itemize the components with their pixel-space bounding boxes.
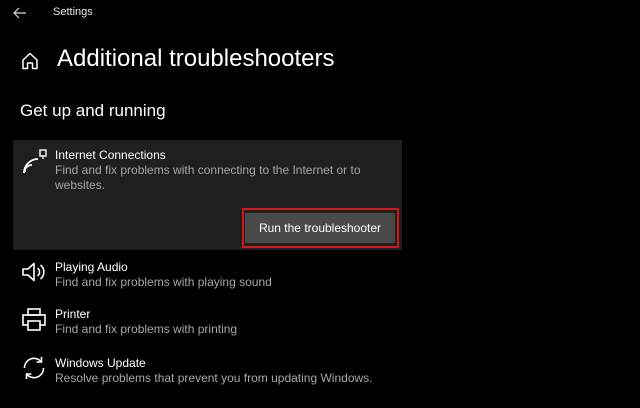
app-title: Settings xyxy=(53,6,93,18)
section-title: Get up and running xyxy=(20,101,166,120)
troubleshooter-desc-internet-connections: Find and fix problems with connecting to… xyxy=(55,163,361,192)
troubleshooter-name-printer[interactable]: Printer xyxy=(55,307,90,322)
run-troubleshooter-button[interactable]: Run the troubleshooter xyxy=(245,213,395,243)
troubleshooter-desc-playing-audio: Find and fix problems with playing sound xyxy=(55,275,272,289)
troubleshooter-name-playing-audio[interactable]: Playing Audio xyxy=(55,260,128,275)
home-icon[interactable] xyxy=(20,51,40,71)
wifi-signal-icon xyxy=(20,148,48,176)
sync-icon[interactable] xyxy=(20,354,48,382)
title-bar: Settings xyxy=(0,0,640,26)
troubleshooter-name-windows-update[interactable]: Windows Update xyxy=(55,356,146,371)
page-title: Additional troubleshooters xyxy=(57,45,335,72)
troubleshooter-desc-printer: Find and fix problems with printing xyxy=(55,322,238,336)
troubleshooter-name-internet-connections: Internet Connections xyxy=(55,148,166,162)
printer-icon[interactable] xyxy=(20,306,48,334)
speaker-icon[interactable] xyxy=(20,258,48,286)
troubleshooter-desc-windows-update: Resolve problems that prevent you from u… xyxy=(55,371,373,385)
back-arrow-icon[interactable] xyxy=(12,5,28,21)
